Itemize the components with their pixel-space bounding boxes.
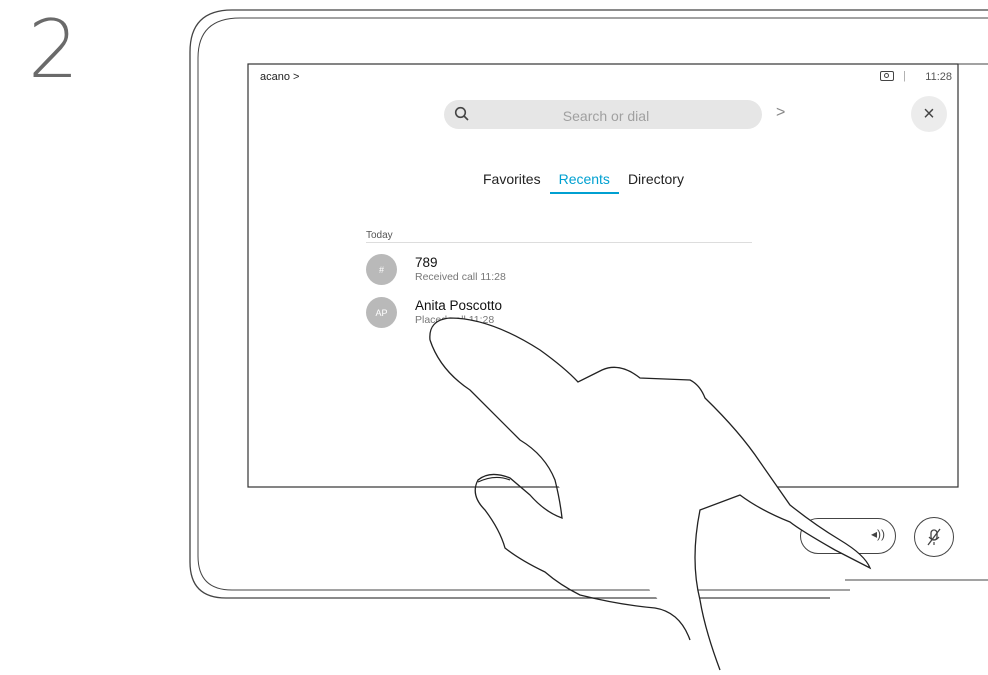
search-field[interactable] bbox=[444, 100, 762, 131]
recent-item-name: 789 bbox=[415, 255, 438, 270]
dial-arrow-icon[interactable]: > bbox=[776, 104, 785, 122]
search-input[interactable] bbox=[484, 100, 728, 131]
status-separator: | bbox=[903, 70, 906, 82]
recent-item-name: Anita Poscotto bbox=[415, 298, 503, 313]
recent-item[interactable]: # 789 Received call 11:28 bbox=[366, 254, 506, 285]
tab-bar: Favorites Recents Directory bbox=[474, 171, 693, 194]
section-divider bbox=[366, 242, 752, 243]
recent-item-detail: Placed call 11:28 bbox=[415, 314, 495, 326]
touch-screen: acano > | 11:28 > × Favorites Recents Di… bbox=[248, 64, 958, 487]
tab-recents[interactable]: Recents bbox=[549, 171, 619, 194]
tab-favorites[interactable]: Favorites bbox=[474, 171, 550, 194]
recent-item-detail: Received call 11:28 bbox=[415, 271, 506, 283]
section-label-today: Today bbox=[366, 230, 393, 241]
close-button[interactable]: × bbox=[911, 96, 947, 132]
mic-mute-icon bbox=[927, 528, 941, 546]
recent-item[interactable]: AP Anita Poscotto Placed call 11:28 bbox=[366, 297, 502, 328]
tab-directory[interactable]: Directory bbox=[619, 171, 693, 194]
clock: 11:28 bbox=[925, 71, 952, 83]
avatar: AP bbox=[366, 297, 397, 328]
volume-control[interactable]: ◂)) bbox=[800, 518, 896, 554]
selfview-icon[interactable] bbox=[880, 71, 894, 81]
avatar: # bbox=[366, 254, 397, 285]
search-icon bbox=[454, 106, 469, 121]
brand-label[interactable]: acano > bbox=[260, 71, 299, 83]
volume-icon: ◂)) bbox=[870, 527, 885, 541]
mic-mute-button[interactable] bbox=[914, 517, 954, 557]
